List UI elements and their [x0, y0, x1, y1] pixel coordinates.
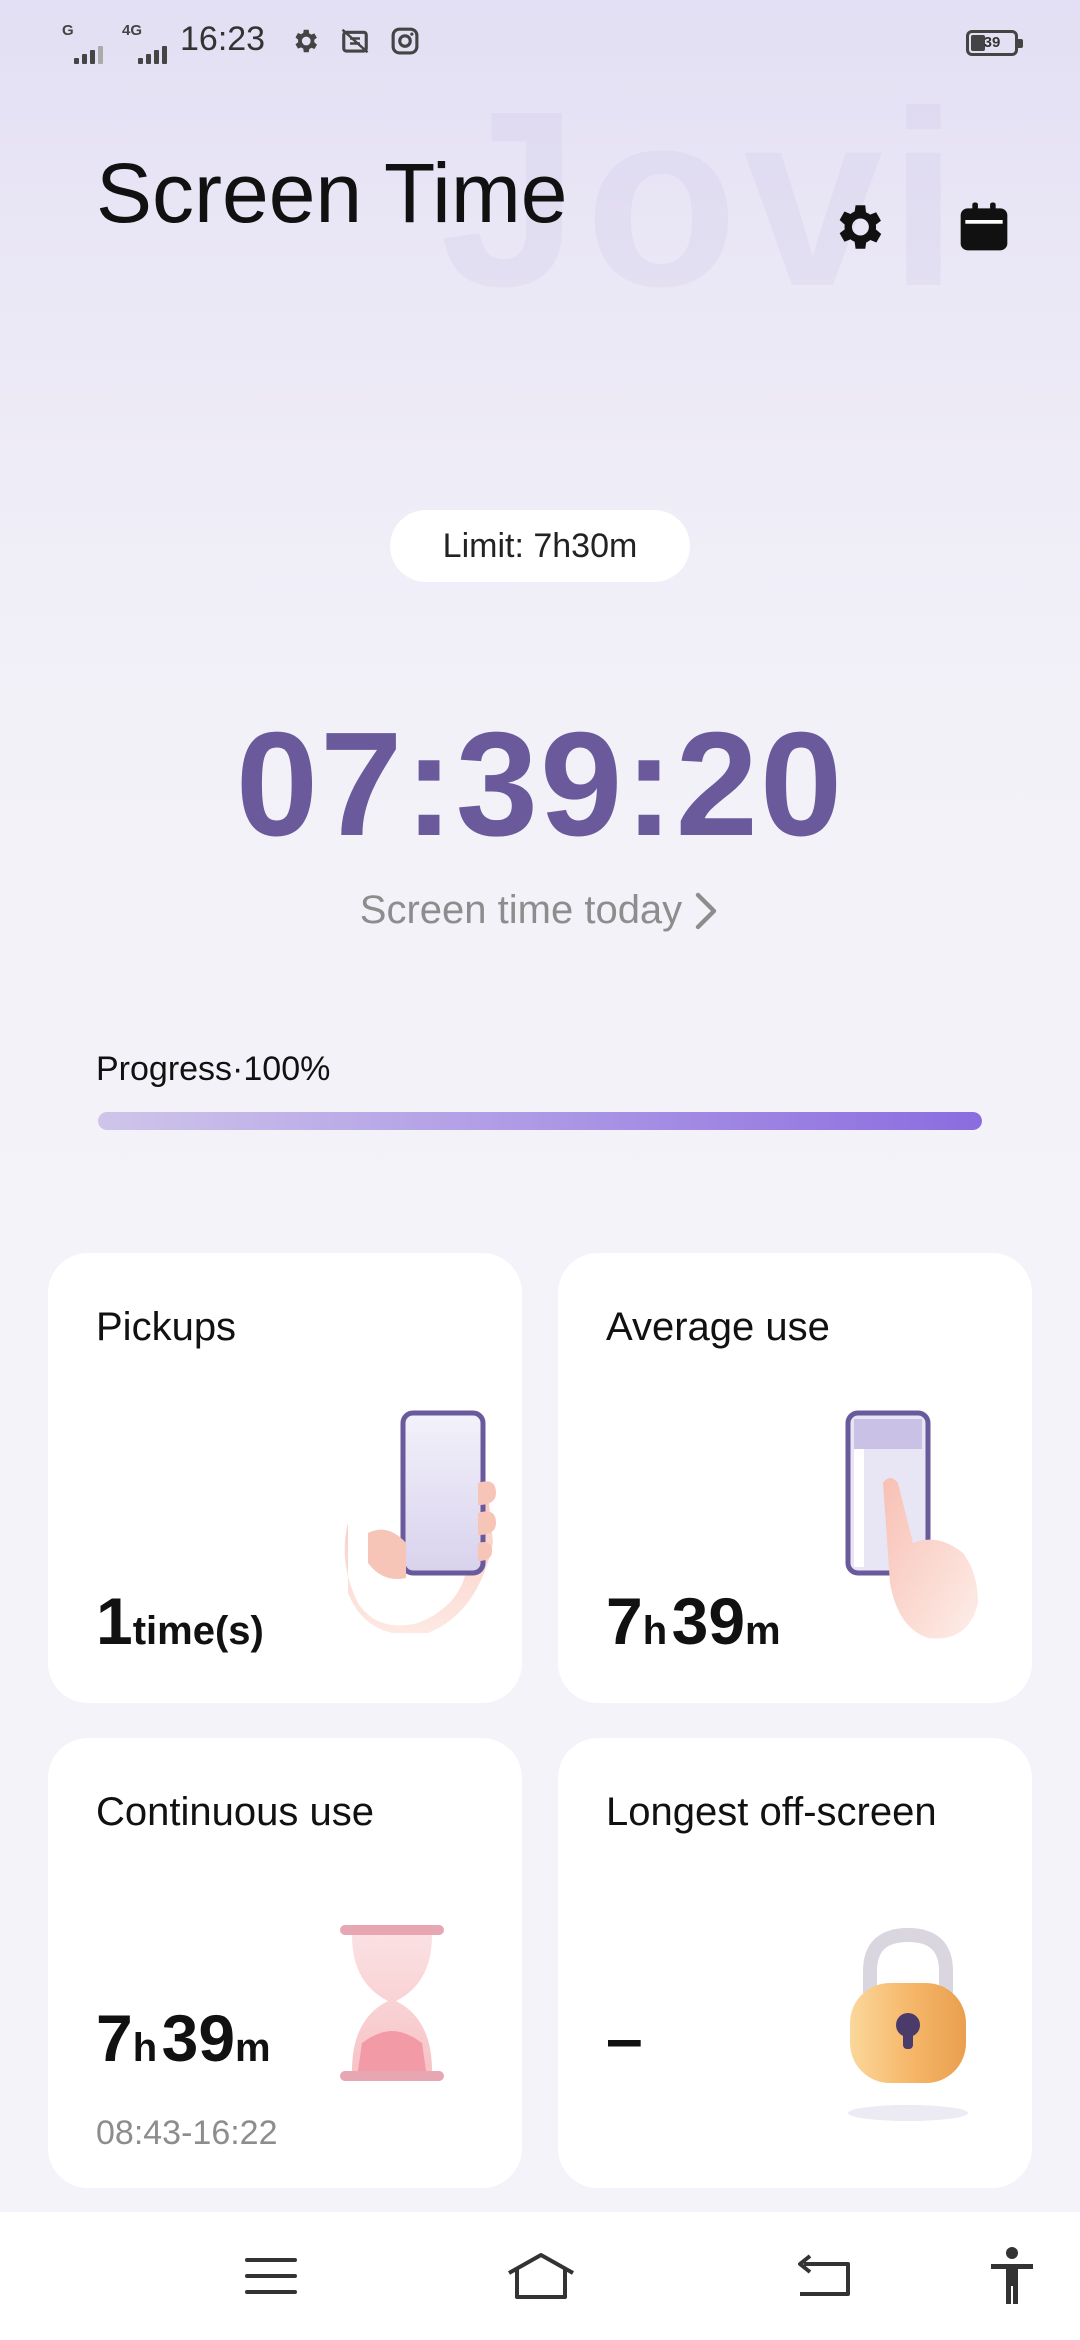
accessibility-icon	[991, 2247, 1033, 2304]
screenshot-icon	[340, 26, 370, 61]
back-button[interactable]	[764, 2212, 884, 2340]
signal-bars-icon	[138, 46, 167, 64]
continuous-use-card[interactable]: Continuous use 7h 39m 08:43-16:22	[48, 1738, 522, 2188]
menu-button[interactable]	[211, 2212, 331, 2340]
back-icon	[798, 2254, 850, 2296]
average-use-hours-unit: h	[642, 1609, 668, 1653]
average-use-title: Average use	[606, 1305, 830, 1349]
average-use-value: 7h 39m	[606, 1583, 781, 1659]
average-use-minutes-unit: m	[745, 1609, 781, 1653]
continuous-use-hours: 7	[96, 2001, 133, 2075]
signal-1: G	[62, 22, 103, 64]
longest-off-screen-card[interactable]: Longest off-screen –	[558, 1738, 1032, 2188]
phone-in-hand-icon	[328, 1403, 508, 1638]
calendar-icon	[960, 202, 1008, 251]
navigation-bar	[0, 2212, 1080, 2340]
signal-1-label: G	[62, 22, 74, 39]
pickups-unit: time(s)	[132, 1609, 264, 1653]
continuous-use-hours-unit: h	[132, 2026, 158, 2070]
signal-2: 4G	[122, 22, 167, 64]
limit-pill[interactable]: Limit: 7h30m	[390, 510, 690, 582]
continuous-use-minutes-unit: m	[235, 2026, 271, 2070]
screen-time-counter: 07:39:20	[235, 702, 845, 867]
padlock-icon	[838, 1923, 978, 2128]
progress-bar	[98, 1112, 982, 1130]
calendar-button[interactable]	[952, 195, 1016, 259]
progress-fill	[98, 1112, 982, 1130]
hourglass-icon	[338, 1923, 448, 2088]
continuous-use-range: 08:43-16:22	[96, 2114, 278, 2152]
status-icons	[290, 26, 420, 61]
screen-time-today-label: Screen time today	[359, 888, 683, 932]
continuous-use-minutes: 39	[161, 2001, 236, 2075]
instagram-icon	[390, 26, 420, 61]
menu-icon	[245, 2258, 297, 2294]
pickups-title: Pickups	[96, 1305, 237, 1349]
home-icon	[508, 2253, 574, 2299]
longest-off-screen-dash: –	[606, 2001, 643, 2075]
settings-icon	[839, 205, 882, 249]
longest-off-screen-value: –	[606, 2000, 643, 2076]
settings-button[interactable]	[826, 195, 890, 259]
pickups-value: 1time(s)	[96, 1583, 264, 1659]
home-button[interactable]	[481, 2212, 601, 2340]
signal-2-label: 4G	[122, 22, 143, 39]
battery-level: 39	[983, 34, 1001, 51]
average-use-card[interactable]: Average use 7h 39m	[558, 1253, 1032, 1703]
gear-icon	[290, 26, 320, 61]
progress-label: Progress·100%	[96, 1050, 331, 1088]
status-time: 16:23	[180, 20, 266, 58]
page-title: Screen Time	[96, 146, 568, 240]
signal-bars-icon	[74, 46, 103, 64]
chevron-right-icon	[695, 892, 717, 929]
longest-off-screen-title: Longest off-screen	[606, 1790, 937, 1834]
continuous-use-title: Continuous use	[96, 1790, 374, 1834]
average-use-hours: 7	[606, 1584, 643, 1658]
average-use-minutes: 39	[671, 1584, 746, 1658]
limit-label: Limit: 7h30m	[442, 526, 638, 565]
accessibility-button[interactable]	[952, 2212, 1072, 2340]
phone-tap-icon	[828, 1403, 1008, 1648]
continuous-use-value: 7h 39m	[96, 2000, 271, 2076]
pickups-card[interactable]: Pickups 1time(s)	[48, 1253, 522, 1703]
battery-icon: 39	[966, 30, 1023, 56]
pickups-count: 1	[96, 1584, 133, 1658]
screen-time-today-link[interactable]: Screen time today	[0, 888, 1080, 933]
